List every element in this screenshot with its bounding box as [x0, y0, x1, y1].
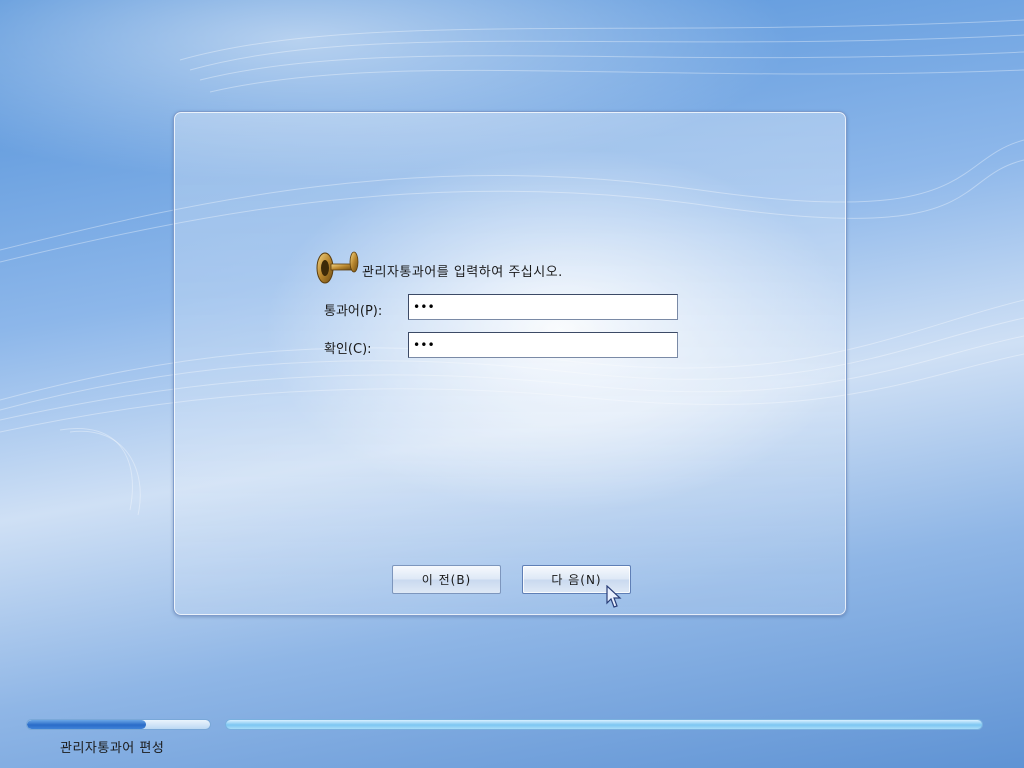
prompt-text: 관리자통과어를 입력하여 주십시오. [362, 265, 563, 280]
key-icon [316, 251, 359, 284]
status-text: 관리자통과어 편성 [60, 741, 165, 756]
confirm-password-field[interactable]: ••• [408, 332, 678, 358]
mouse-cursor-icon [606, 585, 622, 608]
password-label: 통과어(P): [324, 304, 383, 319]
overall-progress-bar [225, 719, 983, 730]
back-button[interactable]: 이 전(B) [392, 565, 501, 594]
confirm-password-label: 확인(C): [324, 342, 372, 357]
step-progress-fill [27, 720, 146, 729]
setup-dialog [173, 111, 847, 616]
password-field[interactable]: ••• [408, 294, 678, 320]
step-progress-bar [26, 719, 211, 730]
